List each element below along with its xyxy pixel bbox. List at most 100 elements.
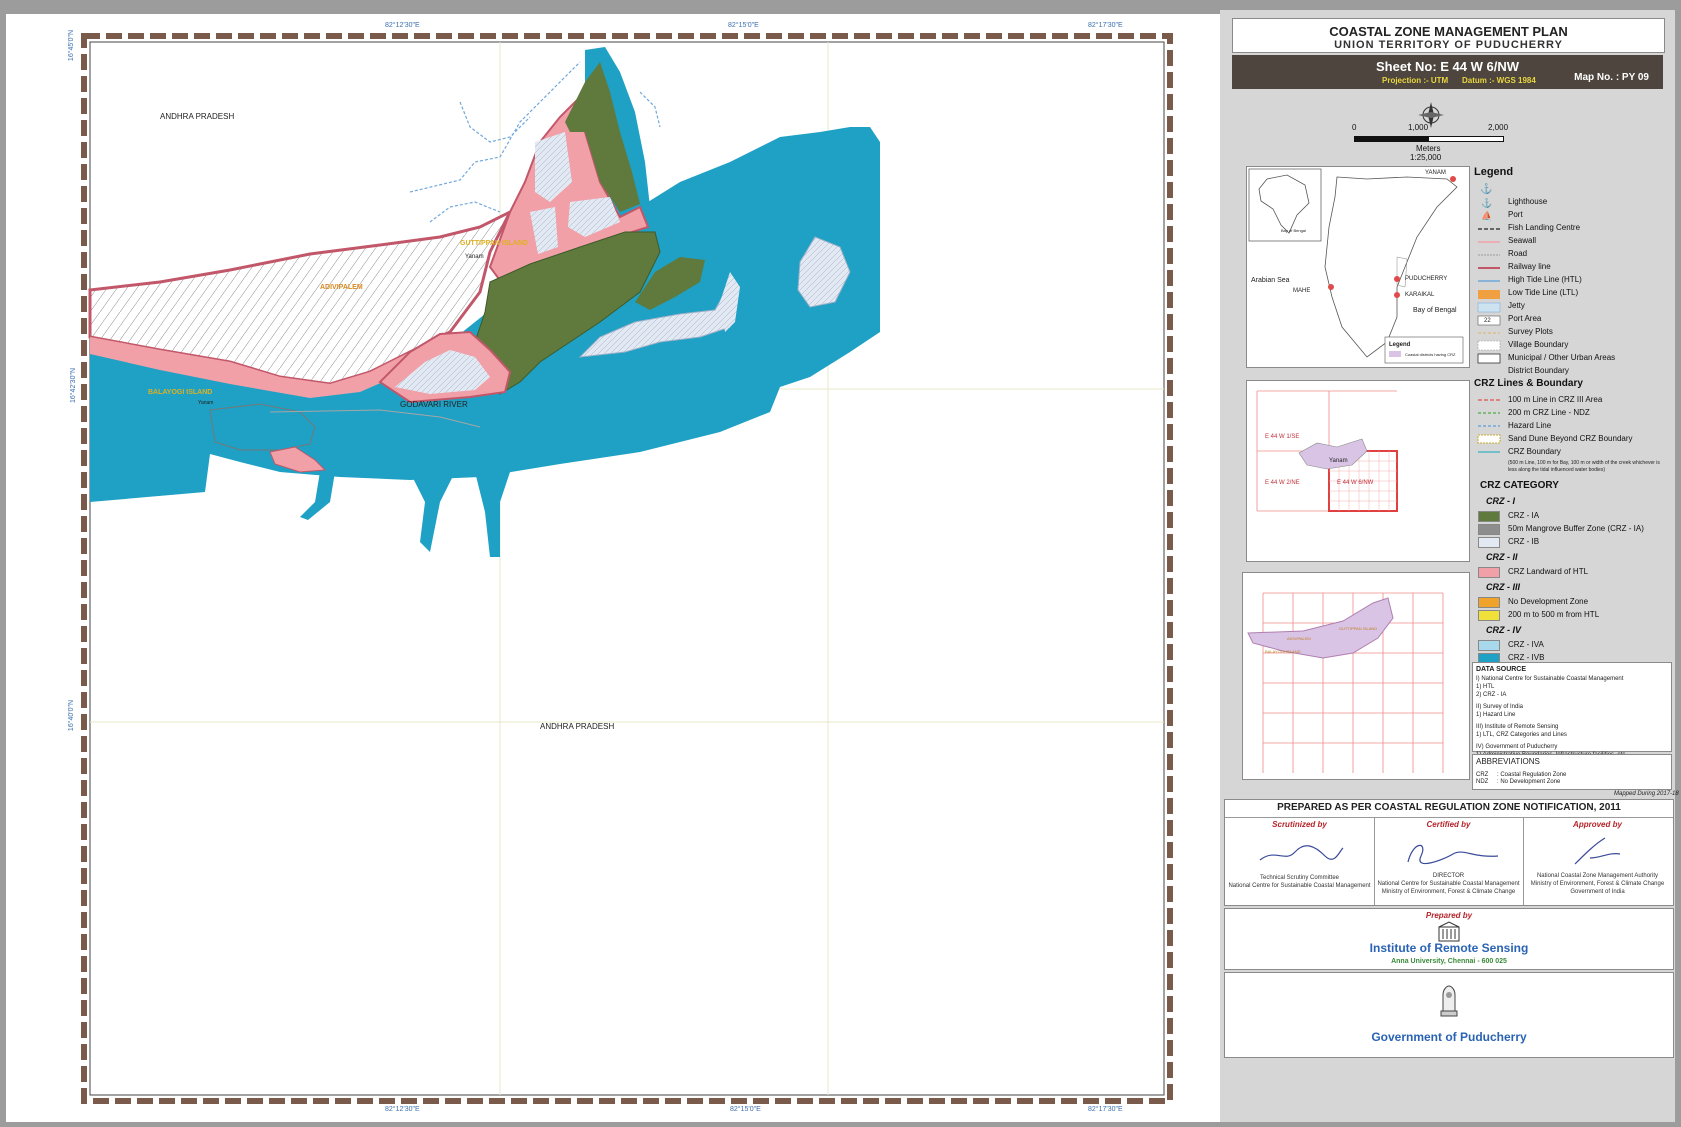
- certified-line2: National Centre for Sustainable Coastal …: [1377, 881, 1520, 887]
- crz-swatch: [1478, 524, 1500, 535]
- irs-logo-icon: [1438, 921, 1460, 942]
- approval-title: PREPARED AS PER COASTAL REGULATION ZONE …: [1277, 802, 1621, 813]
- crz-swatch: [1478, 537, 1500, 548]
- crz-line-200m: 200 m CRZ Line - NDZ: [1508, 408, 1590, 417]
- data-source-title: DATA SOURCE: [1476, 666, 1527, 673]
- inset-detail: GUTTIPPAN ISLAND ADIVIPALEM BALAYOGI ISL…: [1242, 572, 1470, 780]
- certified-line3: Ministry of Environment, Forest & Climat…: [1381, 889, 1516, 895]
- crz-swatch: [1478, 511, 1500, 522]
- data-source-line: I) National Centre for Sustainable Coast…: [1476, 676, 1624, 682]
- certified-head: Certified by: [1426, 820, 1471, 829]
- abbr-ndz-meaning: : No Development Zone: [1497, 779, 1561, 785]
- signature-approved: [1574, 837, 1621, 865]
- legend-railway: Railway line: [1508, 262, 1551, 271]
- sheet-e44w2ne: E 44 W 2/NE: [1265, 480, 1300, 486]
- main-map: [81, 33, 1173, 1104]
- projection: Projection :- UTM: [1382, 76, 1449, 85]
- crz-category-item: 50m Mangrove Buffer Zone (CRZ - IA): [1508, 524, 1644, 533]
- scrutiny-line1: Technical Scrutiny Committee: [1259, 875, 1340, 881]
- crz-boundary: CRZ Boundary: [1508, 447, 1561, 456]
- crz-category-item: CRZ - IB: [1508, 537, 1540, 546]
- coord-bottom-mid: 82°15'0"E: [730, 1106, 761, 1113]
- scale-1000: 1,000: [1408, 123, 1429, 132]
- map-subtitle: UNION TERRITORY OF PUDUCHERRY: [1334, 39, 1563, 51]
- legend-jetty: Jetty: [1508, 301, 1525, 310]
- legend-survey-plots: Survey Plots: [1508, 327, 1553, 336]
- crz-category-head: CRZ - III: [1486, 582, 1520, 592]
- crz-category-item: No Development Zone: [1508, 597, 1589, 606]
- legend-symbols: ⚓ ⚓ ⛵: [1477, 182, 1501, 364]
- inset-puducherry: PUDUCHERRY: [1405, 276, 1448, 282]
- data-source-line: 1) HTL: [1476, 684, 1495, 690]
- approved-head: Approved by: [1573, 820, 1622, 829]
- crz-category-title: CRZ CATEGORY: [1480, 480, 1559, 491]
- mapped-during: Mapped During 2017-18: [1614, 791, 1679, 797]
- label-andhra-north: ANDHRA PRADESH: [160, 112, 235, 121]
- coord-bottom-left: 82°12'30"E: [385, 1106, 420, 1113]
- signature-certified: [1407, 844, 1499, 865]
- legend-port: Port: [1508, 210, 1523, 219]
- crz-note: (500 m Line, 100 m for Bay, 100 m or wid…: [1508, 460, 1660, 473]
- data-source-line: III) Institute of Remote Sensing: [1476, 724, 1559, 730]
- svg-text:⚓: ⚓: [1481, 197, 1492, 208]
- inset-legend-title: Legend: [1389, 342, 1411, 348]
- inset-mahe: MAHE: [1293, 288, 1311, 294]
- scale-2000: 2,000: [1488, 123, 1509, 132]
- approved-line2: Ministry of Environment, Forest & Climat…: [1530, 881, 1665, 887]
- label-yanam: Yanam: [465, 254, 484, 260]
- prepared-box: Prepared by Institute of Remote Sensing …: [1224, 908, 1674, 970]
- legend-seawall: Seawall: [1508, 236, 1537, 245]
- coord-top-left: 82°12'30"E: [385, 22, 420, 29]
- detail-adivipalem: ADIVIPALEM: [1287, 636, 1311, 641]
- crz-line-100m: 100 m Line in CRZ III Area: [1508, 395, 1603, 404]
- govt-name: Government of Puducherry: [1371, 1030, 1527, 1044]
- crz-swatch: [1478, 567, 1500, 578]
- legend-lighthouse: Lighthouse: [1508, 197, 1548, 206]
- label-guttippan-island: GUTTIPPAN ISLAND: [460, 240, 528, 247]
- map-title: COASTAL ZONE MANAGEMENT PLAN: [1329, 24, 1568, 39]
- legend-urban-areas: Municipal / Other Urban Areas: [1508, 353, 1616, 362]
- scale-ratio: 1:25,000: [1410, 153, 1442, 162]
- prepared-label: Prepared by: [1425, 911, 1473, 920]
- abbreviations-box: ABBREVIATIONS CRZ : Coastal Regulation Z…: [1472, 754, 1672, 790]
- legend-road: Road: [1508, 249, 1528, 258]
- certified-line1: DIRECTOR: [1432, 873, 1465, 879]
- data-source-box: DATA SOURCE I) National Centre for Susta…: [1472, 662, 1672, 758]
- sheet-bar: Sheet No: E 44 W 6/NW Projection :- UTM …: [1232, 55, 1663, 89]
- label-balayogi-island: BALAYOGI ISLAND: [148, 389, 213, 396]
- coord-left-3: 16°40'0"N: [68, 699, 76, 732]
- crz-category-item: CRZ - IVA: [1508, 640, 1544, 649]
- sidebar-panel: COASTAL ZONE MANAGEMENT PLAN UNION TERRI…: [1220, 10, 1679, 1122]
- abbr-ndz: NDZ: [1476, 779, 1489, 785]
- crz-category-head: CRZ - I: [1486, 496, 1515, 506]
- approved-line1: National Coastal Zone Management Authori…: [1536, 873, 1659, 879]
- svg-text:⚓: ⚓: [1480, 182, 1492, 195]
- sheet-e44w1se: E 44 W 1/SE: [1265, 434, 1300, 440]
- inset-sheets: E 44 W 1/SE E 44 W 2/NE E 44 W 6/NW Yana…: [1246, 380, 1470, 562]
- crz-category-item: CRZ - IA: [1508, 511, 1540, 520]
- crz-sand-dune: Sand Dune Beyond CRZ Boundary: [1508, 434, 1633, 443]
- svg-text:⛵: ⛵: [1481, 210, 1492, 221]
- crz-category-head: CRZ - II: [1486, 552, 1518, 562]
- inset-bay-of-bengal: Bay of Bengal: [1413, 307, 1457, 314]
- scrutiny-line2: National Centre for Sustainable Coastal …: [1228, 883, 1371, 889]
- inset-karaikal: KARAIKAL: [1405, 292, 1435, 298]
- label-adivipalem: ADIVIPALEM: [320, 284, 363, 291]
- scale-unit: Meters: [1416, 144, 1441, 153]
- inset-india: YANAM PUDUCHERRY KARAIKAL MAHE Arabian S…: [1246, 166, 1470, 368]
- signature-scrutiny: [1259, 845, 1344, 861]
- crz-category-item: CRZ Landward of HTL: [1508, 567, 1589, 576]
- sheet-yanam: Yanam: [1329, 458, 1348, 464]
- crz-swatch: [1478, 640, 1500, 651]
- irs-address: Anna University, Chennai - 600 025: [1391, 958, 1507, 965]
- label-andhra-south: ANDHRA PRADESH: [540, 722, 615, 731]
- data-source-line: IV) Government of Puducherry: [1476, 744, 1558, 750]
- scale-bar: [1354, 136, 1504, 142]
- crz-swatch: [1478, 610, 1500, 621]
- crz-swatch: [1478, 597, 1500, 608]
- inset-legend-item: Coastal districts having CRZ: [1405, 352, 1456, 357]
- sheet-e44w6nw: E 44 W 6/NW: [1337, 480, 1374, 486]
- data-source-line: 1) Hazard Line: [1476, 712, 1516, 718]
- coord-bottom-right: 82°17'30"E: [1088, 1106, 1123, 1113]
- datum: Datum :- WGS 1984: [1462, 76, 1536, 85]
